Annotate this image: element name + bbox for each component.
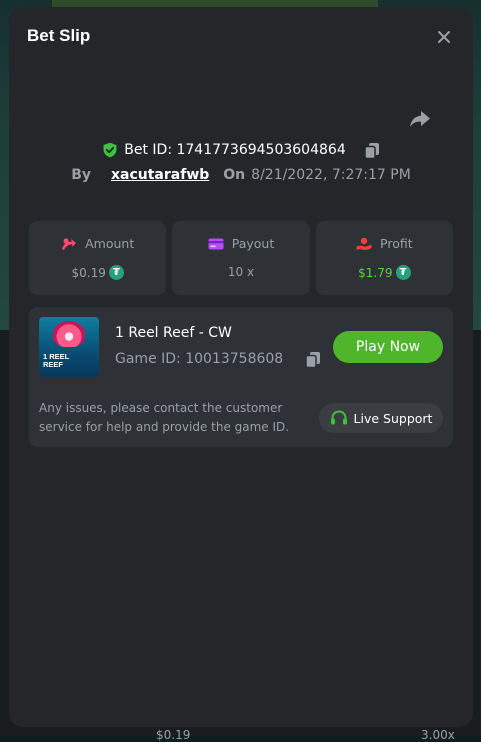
issues-notice: Any issues, please contact the customer … — [39, 401, 290, 434]
share-icon — [410, 111, 430, 127]
bet-id-row: Bet ID: 1741773694503604864 — [9, 139, 473, 161]
bet-date: 8/21/2022, 7:27:17 PM — [251, 167, 411, 183]
username-link[interactable]: xacutarafwb — [111, 167, 209, 183]
background-amount-text: $0.19 — [156, 728, 191, 742]
play-now-button[interactable]: Play Now — [333, 331, 443, 363]
bet-stats: Amount $0.19 ₮ Payout 10 x Profit $1.79 … — [29, 221, 453, 295]
tether-coin-icon: ₮ — [395, 265, 411, 280]
game-thumbnail[interactable]: 1 REEL REEF — [39, 317, 99, 377]
stat-profit-value: $1.79 — [358, 265, 393, 280]
stat-amount-label: Amount — [85, 236, 135, 251]
stat-payout: Payout 10 x — [172, 221, 310, 295]
verified-shield-icon — [103, 142, 117, 158]
amount-icon — [62, 238, 77, 250]
live-support-button[interactable]: Live Support — [319, 403, 443, 433]
payout-card-icon — [208, 238, 224, 249]
game-id: Game ID: 10013758608 — [115, 351, 284, 367]
share-button[interactable] — [409, 109, 433, 131]
modal-title: Bet Slip — [27, 26, 91, 45]
game-card: 1 REEL REEF 1 Reel Reef - CW Game ID: 10… — [29, 307, 453, 447]
on-label: On — [223, 167, 246, 183]
close-icon — [438, 31, 450, 43]
pearl-shell-icon — [53, 321, 85, 347]
copy-game-id-icon[interactable] — [305, 351, 321, 368]
stat-payout-value: 10 x — [227, 265, 255, 279]
stat-profit: Profit $1.79 ₮ — [315, 221, 453, 295]
headset-icon — [330, 410, 347, 425]
by-label: By — [71, 167, 91, 183]
thumbnail-title: 1 REEL REEF — [43, 352, 70, 369]
background-multiplier-text: 3.00x — [421, 728, 455, 742]
bet-slip-modal: Bet Slip Bet ID: 1741773694503604864 By … — [9, 7, 473, 727]
bet-id-label: Bet ID: 1741773694503604864 — [124, 142, 346, 158]
tether-coin-icon: ₮ — [108, 265, 124, 280]
profit-icon — [356, 237, 372, 250]
close-button[interactable] — [435, 28, 453, 46]
stat-profit-label: Profit — [380, 236, 413, 251]
game-name: 1 Reel Reef - CW — [115, 325, 232, 341]
stat-amount-value: $0.19 — [71, 265, 106, 280]
stat-amount: Amount $0.19 ₮ — [29, 221, 167, 295]
copy-bet-id-icon[interactable] — [363, 142, 380, 159]
bet-meta-row: By xacutarafwb On 8/21/2022, 7:27:17 PM — [9, 165, 473, 185]
stat-payout-label: Payout — [231, 236, 275, 251]
live-support-label: Live Support — [353, 410, 433, 426]
